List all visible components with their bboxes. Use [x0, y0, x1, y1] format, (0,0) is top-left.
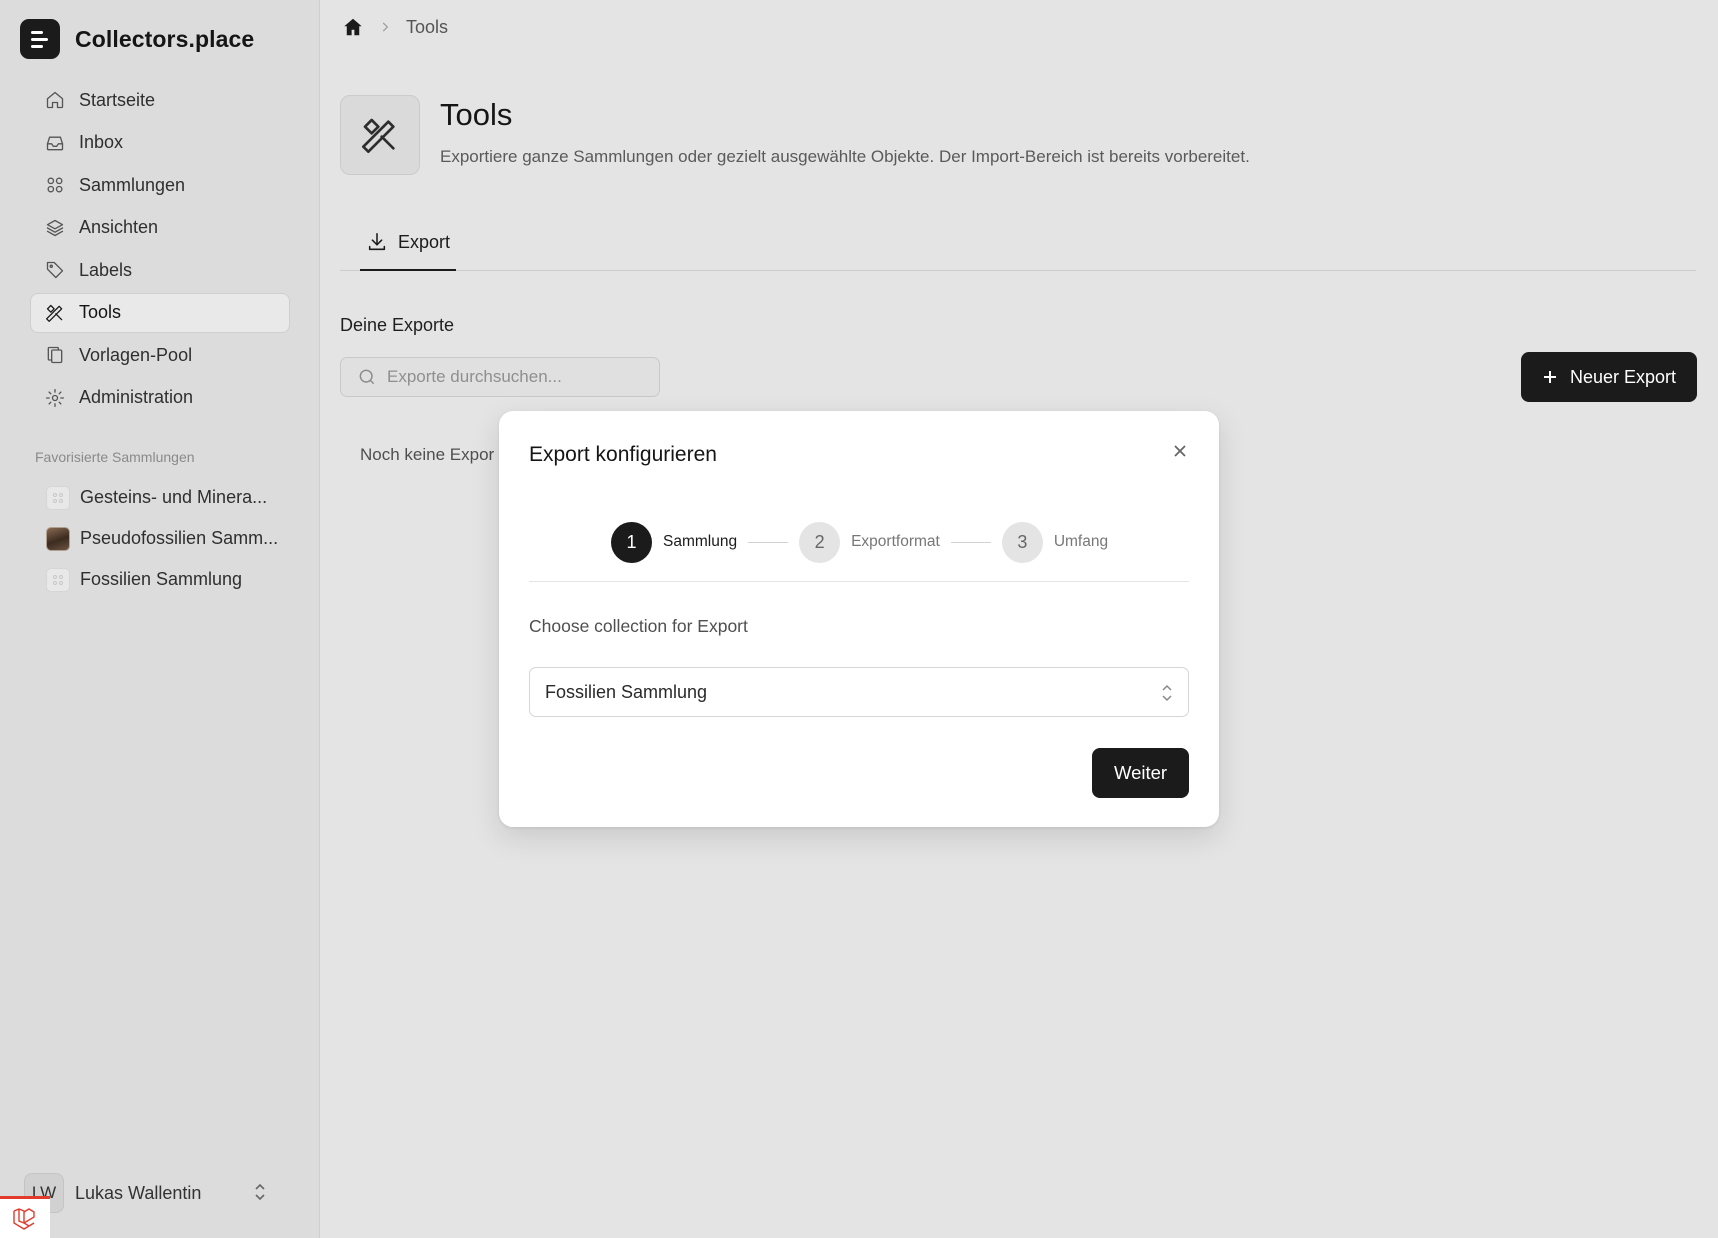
sidebar-item-label: Administration [79, 387, 194, 407]
sidebar-item-label: Startseite [79, 89, 156, 110]
step-connector [748, 541, 789, 543]
modal-title: Export konfigurieren [529, 443, 717, 466]
empty-state-text: Noch keine Expor [360, 445, 495, 464]
sidebar-item-ansichten[interactable]: Ansichten [30, 208, 290, 248]
step-label: Sammlung [663, 533, 738, 550]
favorite-item[interactable]: Gesteins- und Minera... [30, 477, 290, 518]
plus-icon [1543, 371, 1556, 383]
sidebar-nav: Startseite Inbox Sammlungen Ansichten La… [30, 80, 290, 420]
sidebar-item-label: Inbox [79, 132, 124, 152]
tag-icon [45, 260, 65, 280]
brand[interactable]: Collectors.place [20, 19, 254, 59]
sidebar-item-sammlungen[interactable]: Sammlungen [30, 165, 290, 205]
tab-export[interactable]: Export [360, 215, 457, 271]
close-icon[interactable] [1169, 440, 1191, 462]
tools-icon [340, 95, 420, 175]
user-menu[interactable]: LW Lukas Wallentin [24, 1173, 201, 1213]
search-icon [359, 369, 375, 385]
favorites-list: Gesteins- und Minera... Pseudofossilien … [30, 477, 290, 600]
sidebar-item-inbox[interactable]: Inbox [30, 123, 290, 163]
stepper: 1 Sammlung 2 Exportformat 3 Umfang [611, 521, 1108, 563]
sidebar: Collectors.place Startseite Inbox Sammlu… [0, 0, 320, 1238]
sidebar-item-label: Tools [79, 302, 122, 322]
page-title: Tools [440, 97, 513, 132]
export-modal: Export konfigurieren 1 Sammlung 2 Export… [499, 411, 1219, 827]
step-number: 2 [799, 521, 841, 563]
step-number: 1 [611, 521, 652, 563]
next-button[interactable]: Weiter [1092, 748, 1189, 798]
inbox-icon [45, 133, 65, 153]
step-umfang: 3 Umfang [1001, 521, 1109, 563]
app-name: Collectors.place [75, 25, 255, 52]
sidebar-item-tools[interactable]: Tools [30, 292, 290, 333]
sidebar-item-labels[interactable]: Labels [30, 250, 290, 290]
tools-icon [45, 303, 65, 323]
favorite-label: Fossilien Sammlung [80, 569, 243, 589]
collection-thumbnail [46, 526, 70, 551]
sidebar-item-startseite[interactable]: Startseite [30, 80, 290, 120]
breadcrumb-current: Tools [406, 16, 449, 37]
grid-icon [45, 175, 65, 195]
sidebar-item-label: Labels [79, 259, 133, 280]
favorite-label: Gesteins- und Minera... [80, 487, 268, 507]
search-input[interactable] [387, 367, 647, 387]
sidebar-item-administration[interactable]: Administration [30, 378, 290, 418]
chevron-right-icon [382, 22, 389, 32]
tab-label: Export [398, 231, 451, 252]
section-title: Deine Exporte [340, 315, 455, 335]
home-icon [45, 90, 65, 110]
sidebar-item-label: Sammlungen [79, 174, 186, 195]
new-export-button[interactable]: Neuer Export [1521, 352, 1697, 402]
favorite-label: Pseudofossilien Samm... [80, 528, 279, 548]
step-label: Umfang [1053, 533, 1109, 550]
gear-icon [45, 388, 65, 408]
page-subtitle: Exportiere ganze Sammlungen oder gezielt… [440, 147, 1250, 166]
step-exportformat: 2 Exportformat [799, 521, 940, 563]
favorites-heading: Favorisierte Sammlungen [35, 449, 195, 465]
sidebar-item-label: Ansichten [79, 217, 159, 237]
step-number: 3 [1001, 521, 1043, 563]
collection-placeholder-icon [46, 485, 70, 510]
favorite-item[interactable]: Pseudofossilien Samm... [30, 518, 290, 559]
app-logo-icon [20, 19, 60, 59]
step-sammlung: 1 Sammlung [611, 521, 738, 563]
new-export-label: Neuer Export [1569, 366, 1677, 387]
sidebar-item-vorlagen-pool[interactable]: Vorlagen-Pool [30, 335, 290, 375]
chevron-up-down-icon[interactable] [250, 1181, 270, 1203]
home-icon[interactable] [342, 16, 364, 38]
copy-icon [45, 345, 65, 365]
step-connector [950, 541, 991, 543]
tab-bar: Export [340, 215, 1696, 271]
favorite-item[interactable]: Fossilien Sammlung [30, 559, 290, 600]
divider [529, 581, 1189, 582]
collection-placeholder-icon [46, 567, 70, 592]
step-label: Exportformat [851, 533, 940, 550]
user-name: Lukas Wallentin [75, 1182, 202, 1203]
download-icon [368, 232, 386, 251]
breadcrumb: Tools [342, 16, 448, 38]
collection-select-value: Fossilien Sammlung [545, 681, 708, 702]
collection-select-label: Choose collection for Export [529, 616, 748, 636]
layers-icon [45, 218, 65, 238]
sidebar-item-label: Vorlagen-Pool [79, 344, 193, 365]
collection-select[interactable]: Fossilien Sammlung [529, 667, 1189, 717]
search-field[interactable] [340, 357, 660, 397]
laravel-logo-icon[interactable] [0, 1196, 50, 1238]
chevron-up-down-icon [1158, 682, 1176, 704]
